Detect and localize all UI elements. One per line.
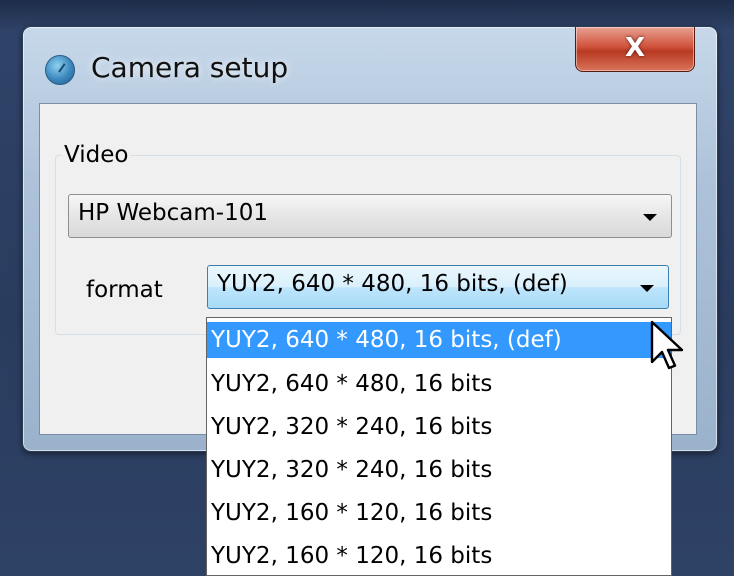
format-option[interactable]: YUY2, 160 * 120, 16 bits [207, 538, 671, 574]
format-option[interactable]: YUY2, 320 * 240, 16 bits [207, 409, 671, 445]
format-select[interactable]: YUY2, 640 * 480, 16 bits, (def) [207, 265, 669, 309]
video-group-label: Video [62, 142, 131, 168]
camera-select[interactable]: HP Webcam-101 [68, 194, 672, 238]
camera-select-value: HP Webcam-101 [78, 200, 268, 226]
format-option[interactable]: YUY2, 320 * 240, 16 bits [207, 452, 671, 488]
camera-app-icon [45, 55, 75, 85]
format-option[interactable]: YUY2, 160 * 120, 16 bits [207, 495, 671, 531]
chevron-down-icon [643, 214, 657, 221]
format-label: format [86, 277, 163, 303]
chevron-down-icon [640, 285, 654, 292]
format-select-value: YUY2, 640 * 480, 16 bits, (def) [217, 271, 568, 297]
format-dropdown-list: YUY2, 640 * 480, 16 bits, (def) YUY2, 64… [206, 317, 672, 576]
mouse-pointer-icon [650, 320, 684, 370]
format-option[interactable]: YUY2, 640 * 480, 16 bits [207, 366, 671, 402]
format-option[interactable]: YUY2, 640 * 480, 16 bits, (def) [207, 322, 671, 358]
window-title: Camera setup [91, 51, 289, 84]
close-button[interactable]: X [575, 27, 695, 72]
